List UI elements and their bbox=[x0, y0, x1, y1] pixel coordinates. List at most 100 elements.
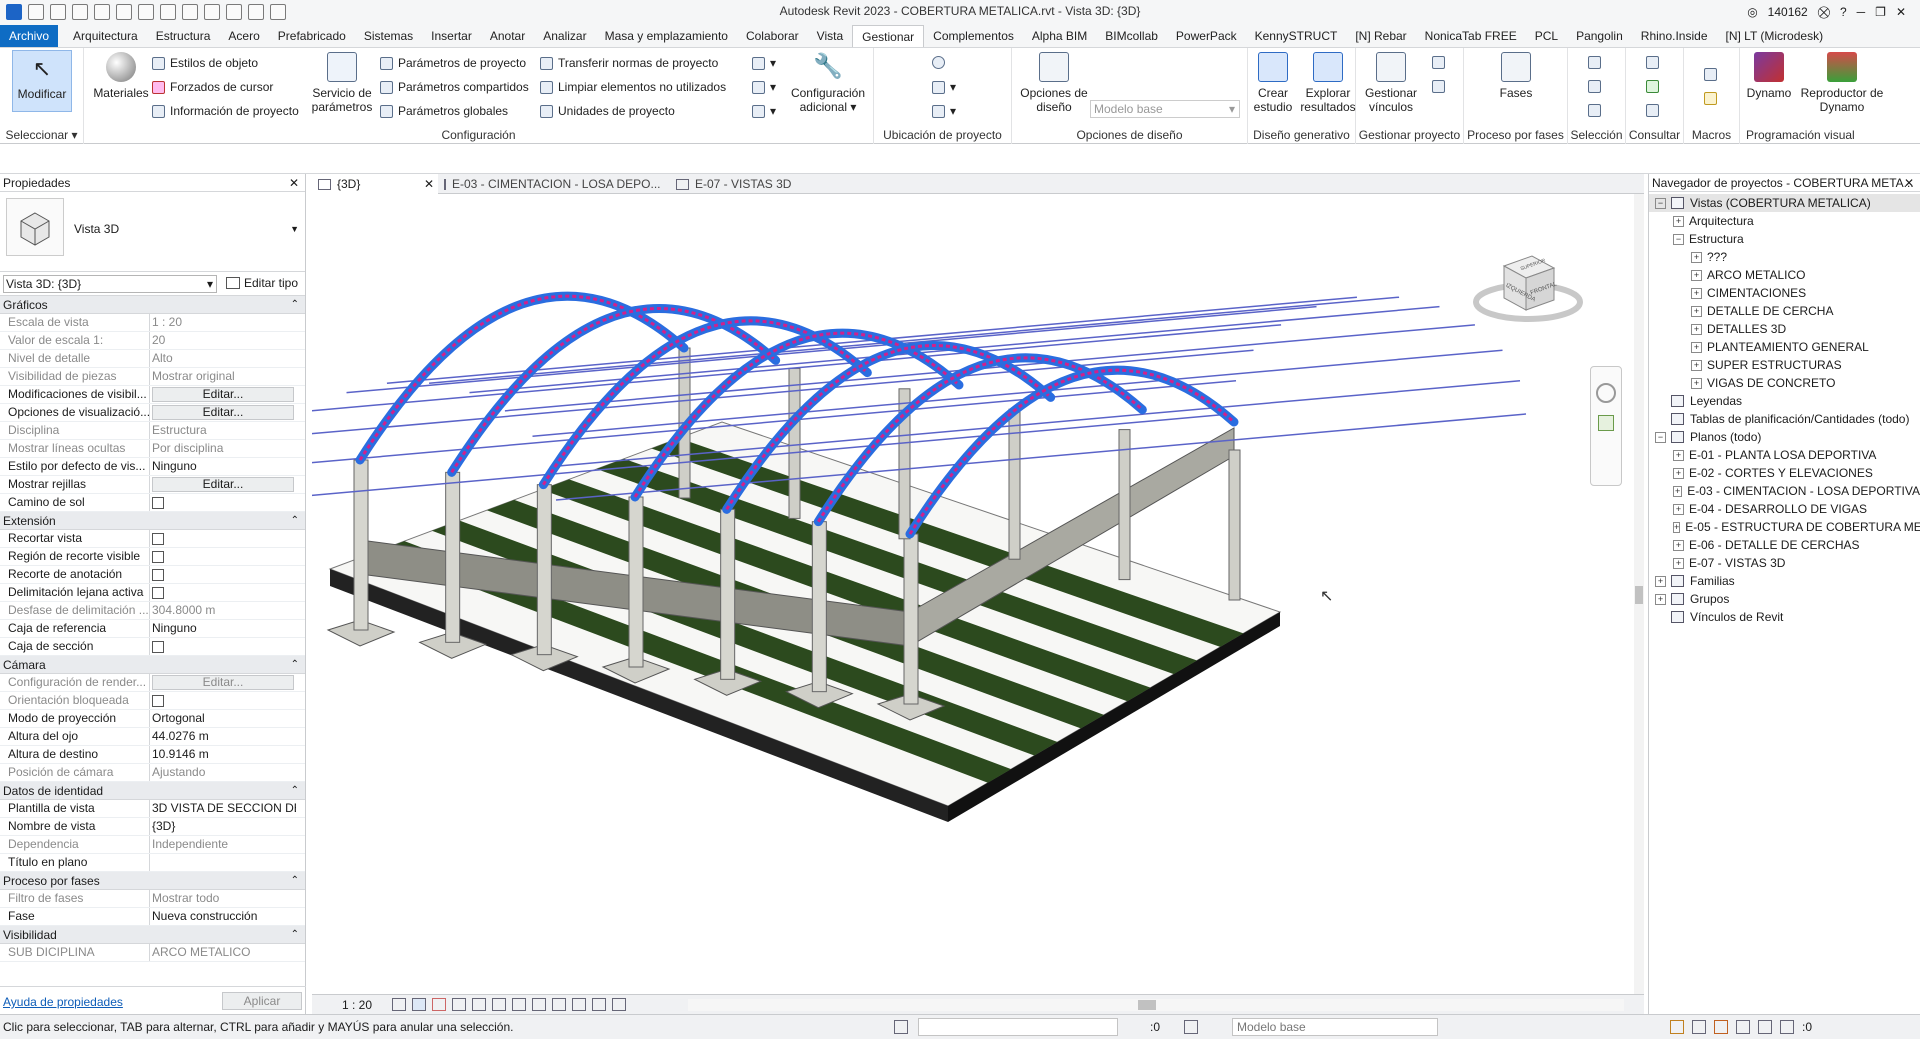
expand-icon[interactable]: + bbox=[1691, 323, 1702, 335]
dynamo-player-button[interactable]: Reproductor de Dynamo bbox=[1798, 52, 1886, 114]
browser-node[interactable]: + E-06 - DETALLE DE CERCHAS bbox=[1649, 536, 1920, 554]
tab-archivo[interactable]: Archivo bbox=[0, 25, 59, 47]
browser-node[interactable]: + E-03 - CIMENTACION - LOSA DEPORTIVA bbox=[1649, 482, 1920, 500]
expand-icon[interactable]: + bbox=[1673, 467, 1684, 479]
sun-path-icon[interactable] bbox=[432, 998, 446, 1011]
expand-icon[interactable]: + bbox=[1691, 341, 1702, 353]
project-units-button[interactable]: Unidades de proyecto bbox=[540, 104, 675, 118]
visual-style-icon[interactable] bbox=[412, 998, 426, 1011]
property-value[interactable]: Editar... bbox=[150, 476, 296, 493]
view-tab[interactable]: E-07 - VISTAS 3D bbox=[670, 174, 902, 194]
property-value[interactable]: Editar... bbox=[150, 404, 296, 421]
property-value[interactable] bbox=[150, 638, 296, 655]
expand-icon[interactable]: + bbox=[1691, 251, 1702, 263]
tab-rhino-inside[interactable]: Rhino.Inside bbox=[1632, 25, 1717, 47]
tab-alpha-bim[interactable]: Alpha BIM bbox=[1023, 25, 1096, 47]
property-value[interactable]: Ninguno bbox=[150, 620, 296, 637]
edit-type-button[interactable]: Editar tipo bbox=[226, 276, 298, 290]
modify-button[interactable]: ↖ Modificar bbox=[12, 50, 72, 112]
expand-icon[interactable]: + bbox=[1673, 557, 1684, 569]
expand-icon[interactable]: + bbox=[1691, 269, 1702, 281]
properties-section[interactable]: Datos de identidad ⌃ bbox=[0, 782, 305, 800]
browser-node[interactable]: − Estructura bbox=[1649, 230, 1920, 248]
tab-nonicatab-free[interactable]: NonicaTab FREE bbox=[1416, 25, 1526, 47]
lock-3d-icon[interactable] bbox=[552, 998, 566, 1011]
tab-masa-y-emplazamiento[interactable]: Masa y emplazamiento bbox=[596, 25, 737, 47]
browser-node[interactable]: + E-01 - PLANTA LOSA DEPORTIVA bbox=[1649, 446, 1920, 464]
expand-icon[interactable]: + bbox=[1691, 305, 1702, 317]
browser-node[interactable]: + E-02 - CORTES Y ELEVACIONES bbox=[1649, 464, 1920, 482]
expand-icon[interactable]: + bbox=[1673, 503, 1684, 515]
highlight-displacement-icon[interactable] bbox=[592, 998, 606, 1011]
edit-button[interactable]: Editar... bbox=[152, 477, 294, 492]
expand-icon[interactable]: + bbox=[1673, 485, 1683, 497]
property-value[interactable] bbox=[150, 854, 296, 871]
expand-icon[interactable]: + bbox=[1691, 287, 1702, 299]
view-tab[interactable]: E-03 - CIMENTACION - LOSA DEPO... bbox=[438, 174, 670, 194]
browser-node[interactable]: + DETALLES 3D bbox=[1649, 320, 1920, 338]
property-value[interactable] bbox=[150, 548, 296, 565]
collapse-icon[interactable]: − bbox=[1673, 233, 1684, 245]
dynamo-button[interactable]: Dynamo bbox=[1744, 52, 1794, 100]
property-value[interactable]: {3D} bbox=[150, 818, 296, 835]
select-by-face-icon[interactable] bbox=[1736, 1020, 1750, 1034]
property-value[interactable]: 10.9146 m bbox=[150, 746, 296, 763]
close-icon[interactable]: ✕ bbox=[289, 174, 299, 192]
property-value[interactable] bbox=[150, 566, 296, 583]
inquiry-small-1[interactable] bbox=[1646, 56, 1664, 69]
transfer-standards-button[interactable]: Transferir normas de proyecto bbox=[540, 56, 718, 70]
design-option-status-select[interactable]: Modelo base bbox=[1232, 1018, 1438, 1036]
coordinates-button[interactable]: ▾ bbox=[932, 80, 956, 94]
design-option-status-icon[interactable] bbox=[1184, 1020, 1198, 1034]
restore-icon[interactable]: ❐ bbox=[1875, 5, 1886, 19]
browser-node[interactable]: + PLANTEAMIENTO GENERAL bbox=[1649, 338, 1920, 356]
macro-manager-button[interactable] bbox=[1704, 68, 1722, 81]
horizontal-scrollbar[interactable] bbox=[688, 999, 1624, 1011]
workset-select[interactable] bbox=[918, 1018, 1118, 1036]
property-value[interactable] bbox=[150, 494, 296, 511]
properties-section[interactable]: Extensión ⌃ bbox=[0, 512, 305, 530]
tab-pangolin[interactable]: Pangolin bbox=[1567, 25, 1632, 47]
type-selector[interactable]: Vista 3D ▼ bbox=[0, 192, 305, 272]
property-value[interactable] bbox=[150, 584, 296, 601]
edit-button[interactable]: Editar... bbox=[152, 387, 294, 402]
properties-section[interactable]: Visibilidad ⌃ bbox=[0, 926, 305, 944]
manage-small-1[interactable] bbox=[1432, 56, 1450, 69]
manage-small-2[interactable] bbox=[1432, 80, 1450, 93]
browser-node[interactable]: + ARCO METALICO bbox=[1649, 266, 1920, 284]
checkbox[interactable] bbox=[152, 533, 164, 545]
viewcube[interactable]: IZQUIERDA FRONTAL SUPERIOR bbox=[1468, 244, 1588, 334]
properties-section[interactable]: Proceso por fases ⌃ bbox=[0, 872, 305, 890]
create-study-button[interactable]: Crear estudio bbox=[1248, 52, 1298, 114]
scroll-thumb[interactable] bbox=[1635, 586, 1643, 604]
project-info-button[interactable]: Información de proyecto bbox=[152, 104, 299, 118]
snaps-button[interactable]: Forzados de cursor bbox=[152, 80, 273, 94]
select-pinned-icon[interactable] bbox=[1714, 1020, 1728, 1034]
checkbox[interactable] bbox=[152, 695, 164, 707]
tab-powerpack[interactable]: PowerPack bbox=[1167, 25, 1246, 47]
minimize-icon[interactable]: ─ bbox=[1857, 5, 1866, 19]
config-small-2[interactable]: ▾ bbox=[752, 80, 776, 94]
reveal-constraints-icon[interactable] bbox=[612, 998, 626, 1011]
location-button[interactable] bbox=[932, 56, 950, 69]
expand-icon[interactable]: + bbox=[1673, 521, 1681, 533]
binoculars-icon[interactable]: ◎ bbox=[1747, 5, 1757, 19]
materials-button[interactable]: Materiales bbox=[92, 52, 150, 100]
help-icon[interactable]: ? bbox=[1840, 5, 1847, 19]
position-button[interactable]: ▾ bbox=[932, 104, 956, 118]
properties-section[interactable]: Cámara ⌃ bbox=[0, 656, 305, 674]
scroll-thumb[interactable] bbox=[1138, 1000, 1156, 1010]
collapse-icon[interactable]: ⌃ bbox=[291, 656, 299, 674]
config-small-1[interactable]: ▾ bbox=[752, 56, 776, 70]
browser-node[interactable]: +??? bbox=[1649, 248, 1920, 266]
view-scale[interactable]: 1 : 20 bbox=[342, 998, 372, 1012]
tab-kennystruct[interactable]: KennySTRUCT bbox=[1246, 25, 1347, 47]
user-name[interactable]: 140162 bbox=[1768, 5, 1808, 19]
tab-vista[interactable]: Vista bbox=[808, 25, 852, 47]
navigation-bar[interactable] bbox=[1590, 366, 1622, 486]
vertical-scrollbar[interactable] bbox=[1634, 194, 1644, 994]
parameter-service-button[interactable]: Servicio de parámetros bbox=[310, 52, 374, 114]
inquiry-small-3[interactable] bbox=[1646, 104, 1664, 117]
object-styles-button[interactable]: Estilos de objeto bbox=[152, 56, 258, 70]
close-icon[interactable]: ✕ bbox=[1896, 5, 1906, 19]
